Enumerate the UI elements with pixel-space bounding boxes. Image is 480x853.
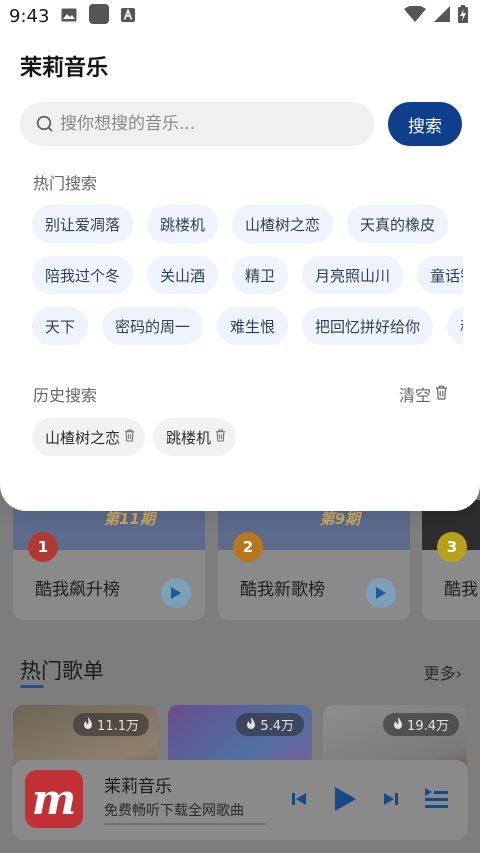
hot-search-tag[interactable]: 难生恨 bbox=[217, 307, 289, 345]
hot-search-row: 陪我过个冬 关山酒 精卫 月亮照山川 童话镇 bbox=[32, 256, 463, 296]
hot-search-tag[interactable]: 天下 bbox=[32, 307, 89, 345]
hot-search-tag[interactable]: 精卫 bbox=[232, 256, 289, 294]
hot-search-tag[interactable]: 别让爱凋落 bbox=[32, 205, 134, 243]
search-icon bbox=[36, 115, 54, 133]
previous-track-icon[interactable] bbox=[288, 782, 310, 816]
play-count: 11.1万 bbox=[97, 719, 139, 734]
hot-search-tag[interactable]: 把回忆拼好给你 bbox=[302, 307, 434, 345]
trash-icon[interactable] bbox=[124, 428, 135, 446]
rank-badge: 3 bbox=[437, 532, 467, 562]
status-time: 9:43 bbox=[9, 5, 50, 27]
rank-badge: 1 bbox=[28, 532, 58, 562]
rank-card-3[interactable]: 3 酷我 bbox=[422, 500, 480, 620]
play-count-badge: 5.4万 bbox=[236, 713, 304, 736]
fire-icon bbox=[393, 716, 403, 733]
search-box[interactable] bbox=[20, 102, 374, 146]
hot-search-tag[interactable]: 稻香 bbox=[447, 307, 463, 345]
clear-history-button[interactable]: 清空 bbox=[399, 382, 448, 406]
app-notification-icon bbox=[89, 4, 110, 28]
hot-search-tag[interactable]: 山楂树之恋 bbox=[232, 205, 334, 243]
search-overlay: 茉莉音乐 搜索 热门搜索 别让爱凋落 跳楼机 山楂树之恋 天真的橡皮 陪我过个冬… bbox=[0, 0, 480, 511]
play-icon[interactable] bbox=[366, 578, 396, 608]
hot-search-tag[interactable]: 跳楼机 bbox=[147, 205, 219, 243]
play-count-badge: 11.1万 bbox=[73, 713, 149, 736]
next-track-icon[interactable] bbox=[380, 782, 402, 816]
player-subtitle: 免费畅听下载全网歌曲 bbox=[104, 803, 244, 819]
history-tag[interactable]: 山楂树之恋 bbox=[32, 418, 146, 456]
app-logo: m bbox=[25, 770, 83, 828]
cellular-signal-icon bbox=[434, 6, 450, 26]
play-count: 5.4万 bbox=[260, 719, 294, 734]
rank-card-name: 酷我新歌榜 bbox=[240, 580, 325, 600]
trash-icon[interactable] bbox=[215, 428, 226, 446]
section-title: 热门歌单 bbox=[20, 659, 104, 683]
rank-card-issue: 第11期 bbox=[104, 510, 155, 528]
player-title: 茉莉音乐 bbox=[104, 777, 172, 797]
history-tag-label: 跳楼机 bbox=[166, 428, 212, 447]
more-link[interactable]: 更多› bbox=[424, 660, 462, 684]
rank-card-name: 酷我飙升榜 bbox=[35, 580, 120, 600]
history-label: 历史搜索 bbox=[33, 386, 98, 405]
mini-player[interactable]: m 茉莉音乐 免费畅听下载全网歌曲 bbox=[12, 760, 468, 840]
hot-search-tag[interactable]: 月亮照山川 bbox=[302, 256, 404, 294]
hot-search-tag[interactable]: 童话镇 bbox=[417, 256, 463, 294]
play-icon[interactable] bbox=[328, 782, 362, 816]
search-input[interactable] bbox=[58, 113, 362, 135]
player-progress-bar bbox=[104, 823, 266, 825]
rank-badge: 2 bbox=[233, 532, 263, 562]
trash-icon bbox=[435, 385, 448, 404]
fire-icon bbox=[83, 716, 93, 733]
playlist-queue-icon[interactable] bbox=[422, 782, 450, 816]
rank-card-issue: 第9期 bbox=[319, 510, 360, 528]
play-icon[interactable] bbox=[161, 578, 191, 608]
history-tag[interactable]: 跳楼机 bbox=[153, 418, 237, 456]
hot-search-row: 别让爱凋落 跳楼机 山楂树之恋 天真的橡皮 bbox=[32, 205, 463, 245]
fire-icon bbox=[246, 716, 256, 733]
font-a-icon bbox=[121, 7, 136, 26]
play-count-badge: 19.4万 bbox=[383, 713, 459, 736]
hot-search-tag[interactable]: 陪我过个冬 bbox=[32, 256, 134, 294]
rank-card-2[interactable]: 第9期 2 酷我新歌榜 bbox=[218, 500, 410, 620]
wifi-icon bbox=[404, 5, 426, 26]
history-tag-label: 山楂树之恋 bbox=[45, 428, 121, 447]
rank-card-name: 酷我 bbox=[444, 580, 478, 600]
hot-search-row: 天下 密码的周一 难生恨 把回忆拼好给你 稻香 bbox=[32, 307, 463, 347]
history-list: 山楂树之恋 跳楼机 bbox=[32, 418, 237, 456]
hot-search-tag[interactable]: 关山酒 bbox=[147, 256, 219, 294]
image-icon bbox=[61, 7, 77, 26]
hot-search-tag[interactable]: 密码的周一 bbox=[102, 307, 204, 345]
battery-icon bbox=[458, 5, 468, 27]
hot-search-label: 热门搜索 bbox=[33, 174, 98, 193]
status-bar: 9:43 bbox=[0, 0, 480, 32]
hot-search-tag[interactable]: 天真的橡皮 bbox=[347, 205, 449, 243]
app-title: 茉莉音乐 bbox=[20, 56, 109, 81]
app-screen: 第11期 1 酷我飙升榜 第9期 2 酷我新歌榜 3 酷我 热门歌单 更多› 1… bbox=[0, 0, 480, 853]
section-underline bbox=[20, 685, 44, 688]
search-button[interactable]: 搜索 bbox=[388, 102, 462, 146]
clear-history-label: 清空 bbox=[398, 386, 431, 405]
play-count: 19.4万 bbox=[407, 719, 449, 734]
rank-card-1[interactable]: 第11期 1 酷我飙升榜 bbox=[13, 500, 205, 620]
